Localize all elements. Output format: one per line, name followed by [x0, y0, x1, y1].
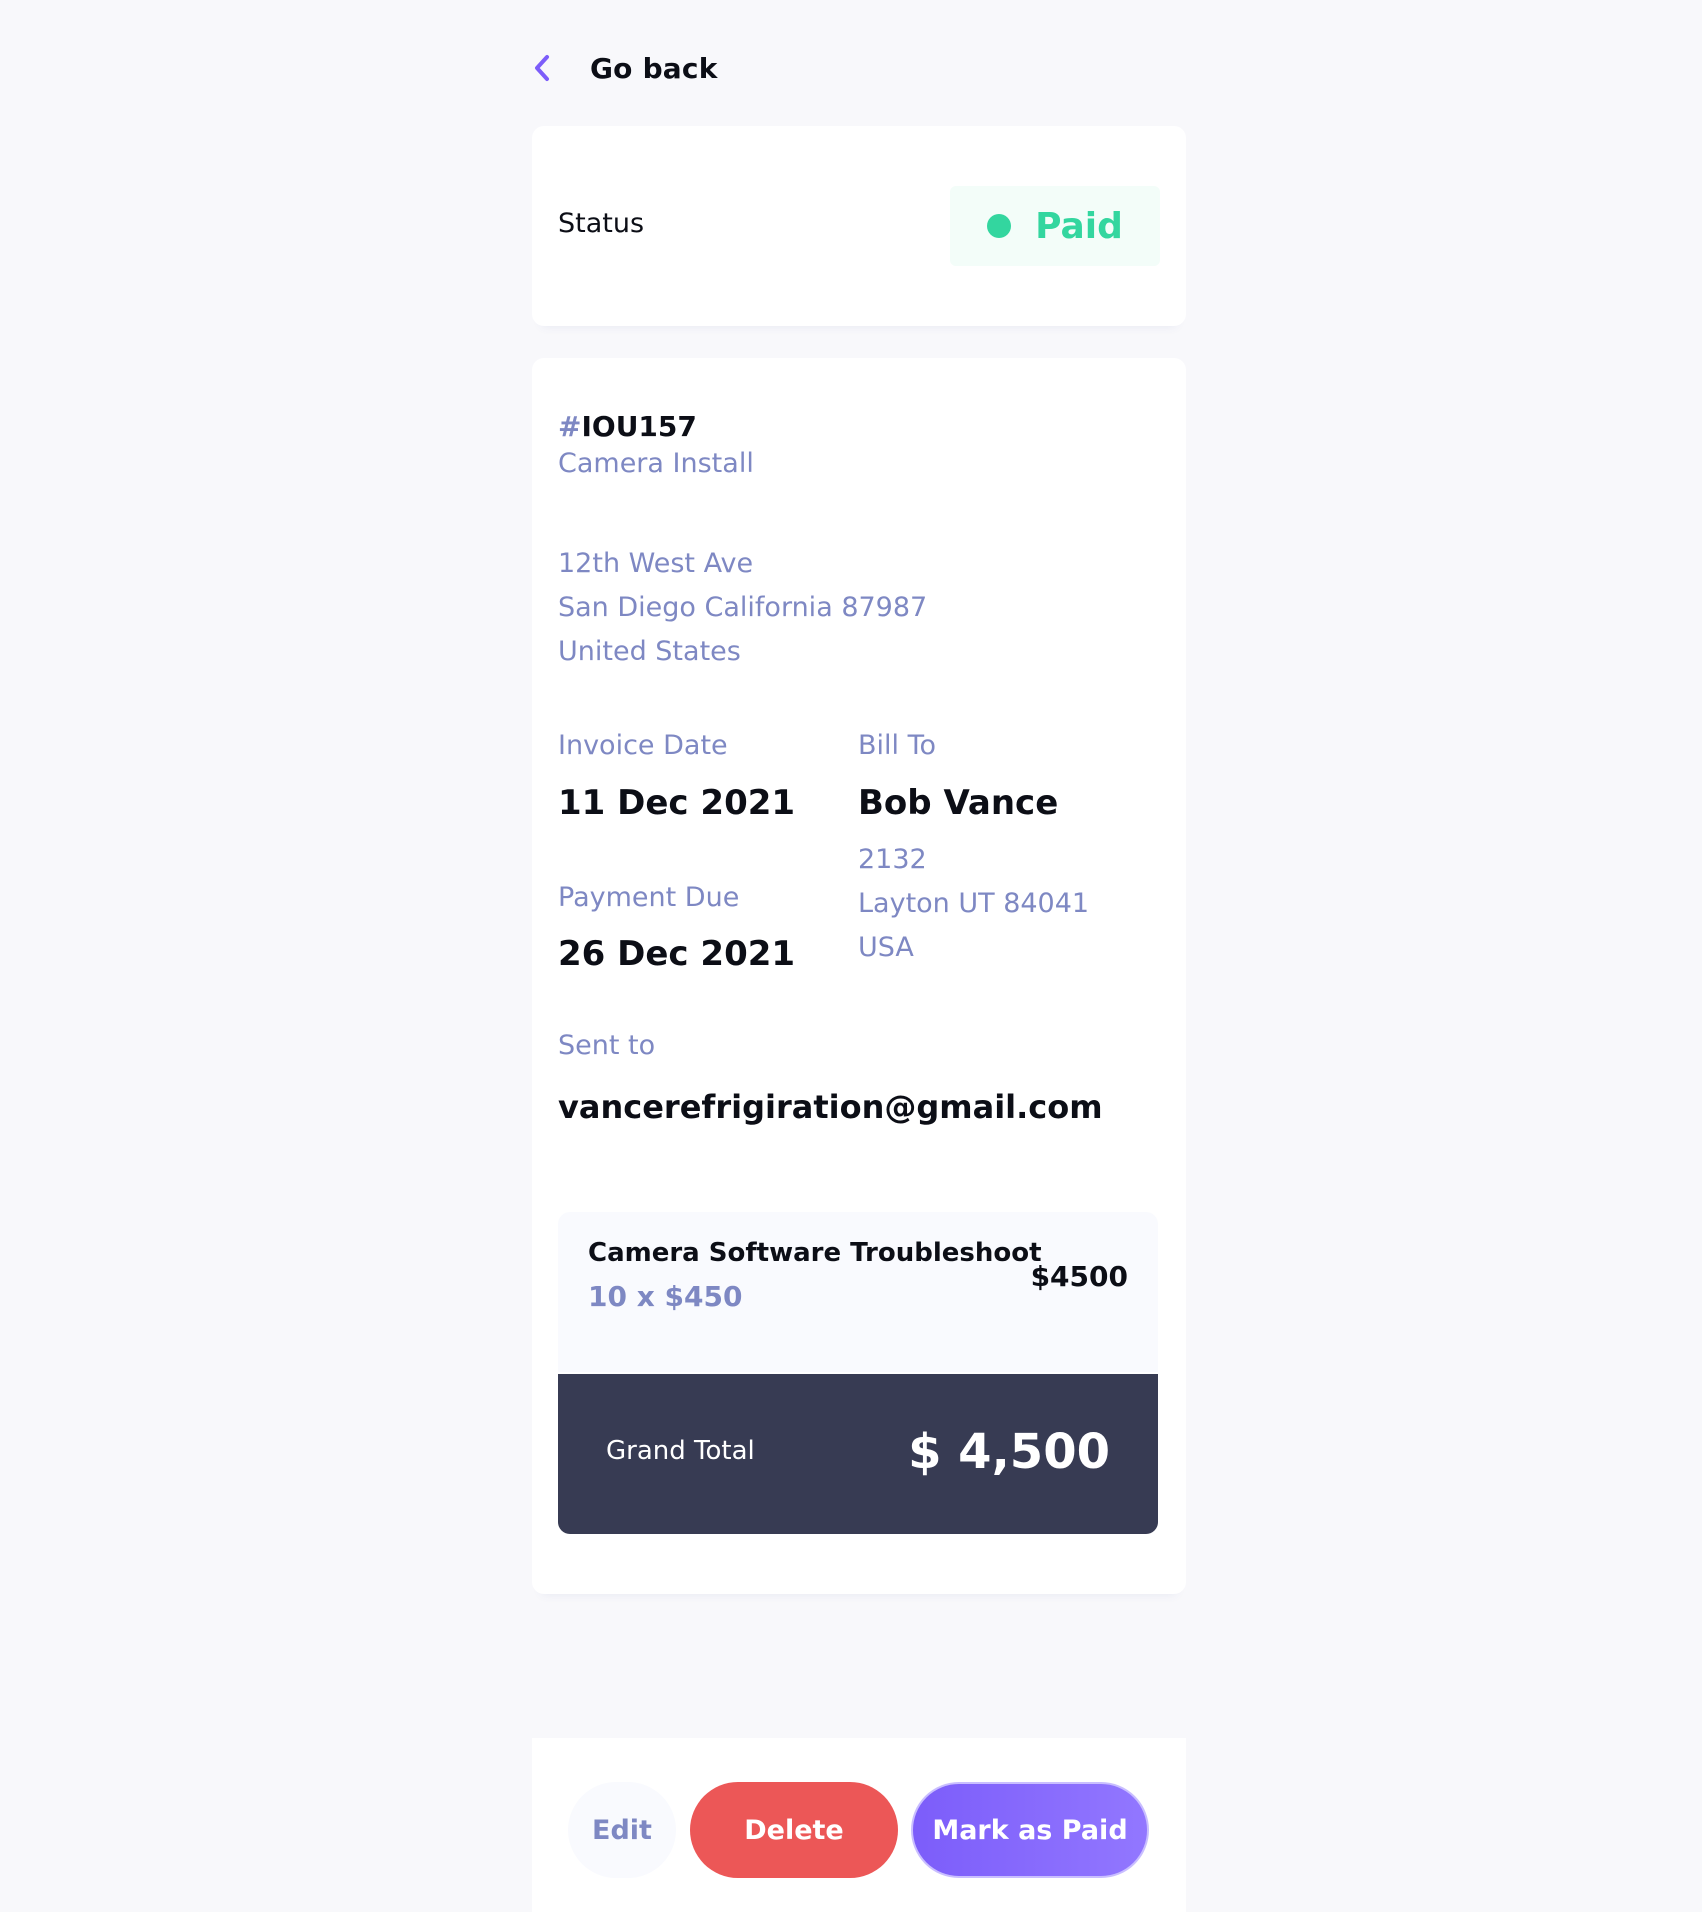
status-dot-icon	[987, 214, 1012, 238]
invoice-id-value: IOU157	[581, 410, 697, 443]
invoice-id: #IOU157	[558, 410, 697, 443]
go-back-label: Go back	[590, 51, 718, 85]
invoice-description: Camera Install	[558, 448, 754, 479]
client-email: vancerefrigiration@gmail.com	[558, 1088, 1103, 1126]
client-country: USA	[858, 932, 914, 963]
sender-street: 12th West Ave	[558, 548, 754, 579]
item-quantity-price: 10 x $450	[588, 1280, 743, 1313]
mark-as-paid-button[interactable]: Mark as Paid	[911, 1782, 1149, 1878]
invoice-detail-card: #IOU157 Camera Install 12th West Ave San…	[532, 358, 1186, 1594]
action-bar: Edit Delete Mark as Paid	[532, 1738, 1186, 1912]
sender-address: 12th West Ave San Diego California 87987…	[558, 542, 927, 674]
grand-total-amount: $ 4,500	[908, 1424, 1110, 1480]
grand-total-panel: Grand Total $ 4,500	[558, 1374, 1158, 1534]
sender-city: San Diego California 87987	[558, 592, 928, 623]
sent-to-label: Sent to	[558, 1030, 656, 1061]
client-city: Layton UT 84041	[858, 888, 1090, 919]
invoice-date-value: 11 Dec 2021	[558, 783, 796, 823]
go-back-link[interactable]: Go back	[532, 48, 718, 88]
bill-to-label: Bill To	[858, 730, 937, 761]
status-badge: Paid	[950, 186, 1160, 266]
chevron-left-icon	[532, 52, 556, 84]
client-street: 2132	[858, 844, 927, 875]
item-total: $4500	[1030, 1260, 1128, 1293]
status-value: Paid	[1035, 205, 1123, 247]
item-name: Camera Software Troubleshoot	[588, 1238, 1042, 1268]
invoice-date-label: Invoice Date	[558, 730, 728, 761]
status-card: Status Paid	[532, 126, 1186, 326]
client-address: 2132 Layton UT 84041 USA	[858, 838, 1089, 970]
status-label: Status	[558, 208, 645, 239]
invoice-id-hash: #	[558, 410, 582, 443]
items-list: Camera Software Troubleshoot 10 x $450 $…	[558, 1212, 1158, 1372]
delete-button[interactable]: Delete	[690, 1782, 898, 1878]
edit-button[interactable]: Edit	[568, 1782, 676, 1878]
payment-due-value: 26 Dec 2021	[558, 934, 796, 974]
grand-total-label: Grand Total	[606, 1436, 755, 1466]
sender-country: United States	[558, 636, 741, 667]
client-name: Bob Vance	[858, 783, 1059, 823]
payment-due-label: Payment Due	[558, 882, 740, 913]
